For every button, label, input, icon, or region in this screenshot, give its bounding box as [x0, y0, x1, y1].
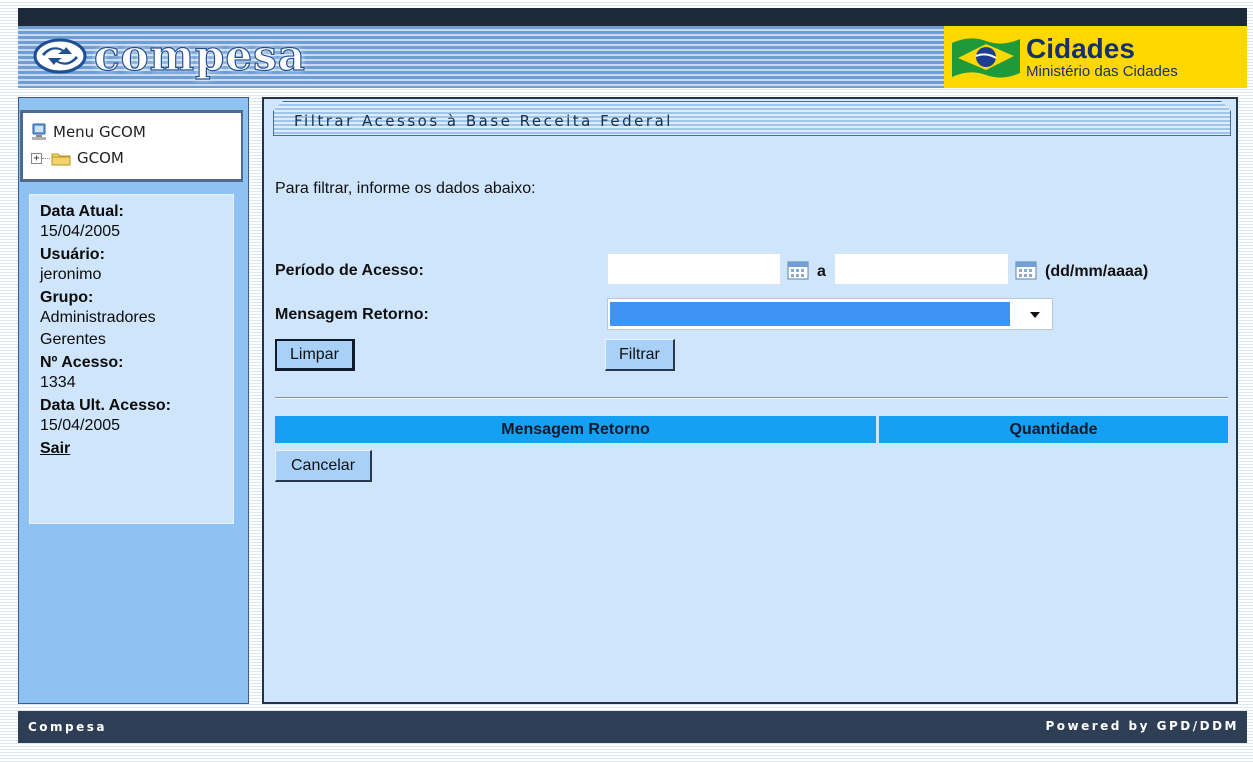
- ministerio-cidades-banner[interactable]: Cidades Ministério das Cidades: [944, 26, 1247, 88]
- grupo-value-1: Administradores: [40, 309, 156, 326]
- acesso-label: Nº Acesso:: [40, 354, 124, 371]
- limpar-button[interactable]: Limpar: [275, 339, 355, 371]
- calendar-icon[interactable]: [1015, 260, 1037, 280]
- folder-icon: [51, 153, 71, 165]
- compesa-logo-icon: [33, 38, 87, 74]
- filtrar-button[interactable]: Filtrar: [605, 339, 675, 371]
- cancelar-button[interactable]: Cancelar: [275, 450, 373, 482]
- periodo-separator: a: [817, 263, 826, 280]
- mensagem-label: Mensagem Retorno:: [275, 306, 429, 323]
- sair-link[interactable]: Sair: [40, 440, 70, 458]
- column-header-mensagem[interactable]: Mensagem Retorno: [275, 416, 876, 443]
- header-banner: compesa Cidades Ministério das Cidades: [18, 26, 1247, 88]
- footer-right-text: Powered by GPD/DDM: [1045, 719, 1239, 733]
- cidades-title: Cidades: [1026, 33, 1135, 65]
- acesso-value: 1334: [40, 374, 76, 391]
- top-bar: [18, 8, 1247, 26]
- computer-icon: [32, 123, 46, 140]
- tree-connector: [42, 157, 50, 159]
- ult-acesso-value: 15/04/2005: [40, 417, 121, 434]
- brazil-flag-icon: [952, 38, 1020, 78]
- usuario-label: Usuário:: [40, 246, 105, 263]
- usuario-value: jeronimo: [40, 266, 102, 283]
- tree-node-label: GCOM: [77, 149, 124, 167]
- instructions-text: Para filtrar, informe os dados abaixo:: [275, 180, 536, 197]
- data-atual-label: Data Atual:: [40, 203, 124, 220]
- user-info-panel: Data Atual: 15/04/2005 Usuário: jeronimo…: [29, 194, 234, 524]
- cidades-subtitle: Ministério das Cidades: [1026, 62, 1178, 80]
- grupo-label: Grupo:: [40, 289, 94, 306]
- periodo-start-input[interactable]: [607, 253, 781, 285]
- calendar-icon[interactable]: [787, 260, 809, 280]
- tree-node-gcom[interactable]: + GCOM: [31, 145, 233, 171]
- periodo-label: Período de Acesso:: [275, 262, 424, 279]
- mensagem-select[interactable]: [607, 298, 1053, 330]
- select-highlight: [610, 302, 1010, 326]
- column-header-quantidade[interactable]: Quantidade: [879, 416, 1228, 443]
- plus-expand-icon[interactable]: +: [31, 152, 42, 164]
- menu-tree: Menu GCOM + GCOM: [20, 110, 243, 182]
- results-table-header: Mensagem Retorno Quantidade: [275, 416, 1228, 443]
- grupo-value-2: Gerentes: [40, 331, 106, 348]
- sidebar: Menu GCOM + GCOM Data Atual: 15/04/2005 …: [18, 97, 249, 704]
- menu-root[interactable]: Menu GCOM: [31, 119, 233, 145]
- footer: Compesa Powered by GPD/DDM: [18, 711, 1247, 743]
- page-title: Filtrar Acessos à Base Receita Federal: [294, 112, 673, 130]
- date-format-hint: (dd/mm/aaaa): [1045, 263, 1149, 280]
- data-atual-value: 15/04/2005: [40, 223, 121, 240]
- periodo-end-input[interactable]: [834, 253, 1009, 285]
- logo-text: compesa: [93, 31, 306, 80]
- footer-left-text: Compesa: [28, 720, 108, 734]
- page-title-tab: Filtrar Acessos à Base Receita Federal: [273, 101, 1231, 136]
- chevron-down-icon[interactable]: [1030, 312, 1040, 318]
- main-panel: Filtrar Acessos à Base Receita Federal P…: [262, 97, 1238, 704]
- divider: [275, 397, 1228, 399]
- ult-acesso-label: Data Ult. Acesso:: [40, 397, 171, 414]
- menu-title: Menu GCOM: [53, 123, 146, 141]
- compesa-logo[interactable]: compesa: [32, 30, 306, 82]
